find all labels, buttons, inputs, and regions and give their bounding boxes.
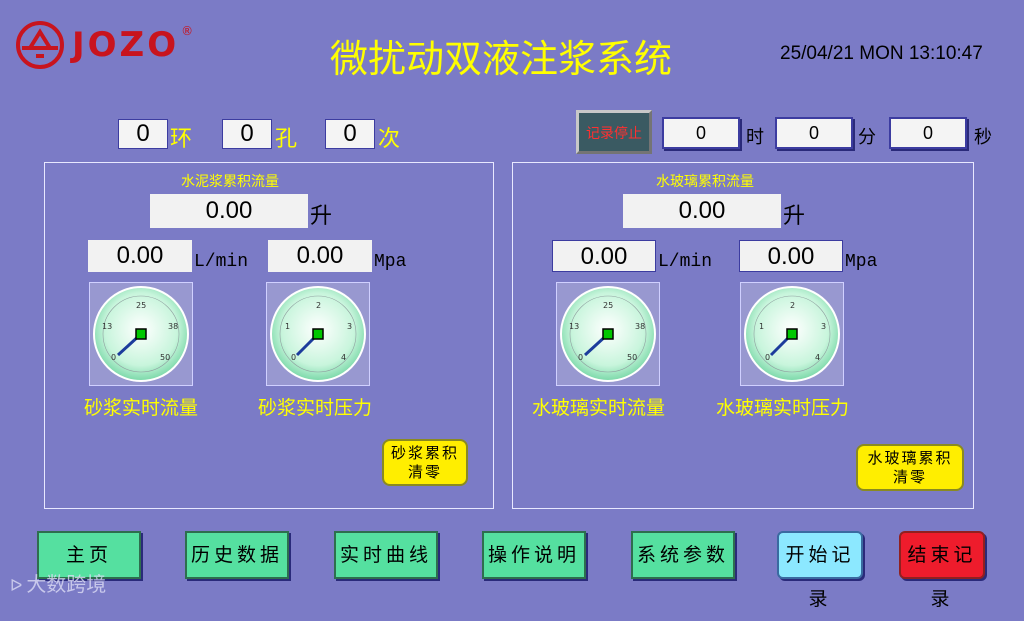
pressure-tick-2: 2 — [790, 301, 795, 310]
waterglass-flow-value: 0.00 — [552, 240, 656, 272]
cement-total-value: 0.00 — [150, 194, 308, 228]
waterglass-pressure-value: 0.00 — [739, 240, 843, 272]
recording-status-button[interactable]: 记录停止 — [576, 110, 652, 154]
hole-count-unit: 孔 — [275, 127, 298, 152]
pressure-tick-2: 2 — [316, 301, 321, 310]
cement-flow-gauge-label: 砂浆实时流量 — [84, 397, 199, 419]
stop-recording-button[interactable]: 结束记录 — [899, 531, 985, 610]
cement-pressure-value: 0.00 — [268, 240, 372, 272]
flow-tick-0: 0 — [111, 353, 116, 362]
cement-reset-label-line2: 清零 — [407, 463, 442, 481]
waterglass-total-reset-button[interactable]: 水玻璃累积 清零 — [856, 444, 964, 491]
timer-seconds-unit: 秒 — [974, 127, 992, 148]
cement-pressure-gauge-label: 砂浆实时压力 — [258, 397, 373, 419]
flow-tick-2: 25 — [603, 301, 613, 310]
pressure-gauge-dial-icon: 0 1 2 3 4 — [270, 286, 366, 382]
jozo-emblem-icon — [16, 21, 64, 69]
flow-tick-4: 50 — [160, 353, 170, 362]
hole-count-field[interactable]: 0 — [222, 119, 272, 149]
cement-total-unit: 升 — [310, 204, 333, 229]
times-count-unit: 次 — [378, 127, 401, 152]
ring-count-unit: 环 — [170, 127, 193, 152]
timer-minutes-unit: 分 — [858, 127, 876, 148]
ring-count-field[interactable]: 0 — [118, 119, 168, 149]
cement-flow-unit: L/min — [194, 252, 249, 272]
brand-name: JOZO — [72, 25, 180, 65]
waterglass-reset-label-line1: 水玻璃累积 — [867, 449, 953, 467]
waterglass-pressure-unit: Mpa — [845, 252, 878, 272]
watermark-logo-icon: ᐅ — [10, 576, 23, 595]
timer-seconds-field: 0 — [889, 117, 967, 149]
flow-gauge-dial-icon: 0 13 25 38 50 — [560, 286, 656, 382]
cement-pressure-unit: Mpa — [374, 252, 407, 272]
pressure-tick-4: 4 — [341, 353, 346, 362]
pressure-tick-3: 3 — [347, 322, 352, 331]
pressure-tick-1: 1 — [759, 322, 764, 331]
timer-hours-unit: 时 — [746, 127, 764, 148]
flow-tick-1: 13 — [102, 322, 112, 331]
registered-mark: ® — [181, 24, 194, 38]
nav-instructions-button[interactable]: 操作说明 — [482, 531, 586, 579]
waterglass-pressure-gauge-label: 水玻璃实时压力 — [716, 397, 850, 419]
pressure-tick-0: 0 — [291, 353, 296, 362]
page-title: 微扰动双液注浆系统 — [330, 37, 673, 81]
cement-total-reset-button[interactable]: 砂浆累积 清零 — [382, 439, 468, 486]
start-recording-button[interactable]: 开始记录 — [777, 531, 863, 610]
cement-flow-value: 0.00 — [88, 240, 192, 272]
waterglass-total-value: 0.00 — [623, 194, 781, 228]
cement-pressure-gauge: 0 1 2 3 4 — [266, 282, 370, 386]
flow-tick-0: 0 — [578, 353, 583, 362]
pressure-gauge-dial-icon: 0 1 2 3 4 — [744, 286, 840, 382]
datetime-readout: 25/04/21 MON 13:10:47 — [780, 43, 983, 64]
flow-tick-3: 38 — [635, 322, 645, 331]
pressure-tick-0: 0 — [765, 353, 770, 362]
flow-gauge-dial-icon: 0 13 25 38 50 — [93, 286, 189, 382]
cement-reset-label-line1: 砂浆累积 — [390, 444, 459, 462]
waterglass-flow-gauge-label: 水玻璃实时流量 — [532, 397, 666, 419]
pressure-tick-3: 3 — [821, 322, 826, 331]
flow-tick-3: 38 — [168, 322, 178, 331]
cement-panel-title: 水泥浆累积流量 — [181, 174, 279, 190]
flow-tick-2: 25 — [136, 301, 146, 310]
times-count-field[interactable]: 0 — [325, 119, 375, 149]
waterglass-reset-label-line2: 清零 — [892, 468, 927, 486]
timer-hours-field: 0 — [662, 117, 740, 149]
nav-history-button[interactable]: 历史数据 — [185, 531, 289, 579]
nav-system-params-button[interactable]: 系统参数 — [631, 531, 735, 579]
watermark-text: 大数跨境 — [26, 572, 107, 596]
pressure-tick-1: 1 — [285, 322, 290, 331]
watermark: ᐅ 大数跨境 — [10, 568, 106, 597]
waterglass-flow-gauge: 0 13 25 38 50 — [556, 282, 660, 386]
cement-flow-gauge: 0 13 25 38 50 — [89, 282, 193, 386]
waterglass-total-unit: 升 — [783, 204, 806, 229]
pressure-tick-4: 4 — [815, 353, 820, 362]
timer-minutes-field: 0 — [775, 117, 853, 149]
waterglass-flow-unit: L/min — [658, 252, 713, 272]
brand-logo: JOZO ® — [14, 20, 193, 70]
flow-tick-1: 13 — [569, 322, 579, 331]
nav-realtime-curve-button[interactable]: 实时曲线 — [334, 531, 438, 579]
waterglass-panel-title: 水玻璃累积流量 — [656, 174, 754, 190]
flow-tick-4: 50 — [627, 353, 637, 362]
waterglass-pressure-gauge: 0 1 2 3 4 — [740, 282, 844, 386]
